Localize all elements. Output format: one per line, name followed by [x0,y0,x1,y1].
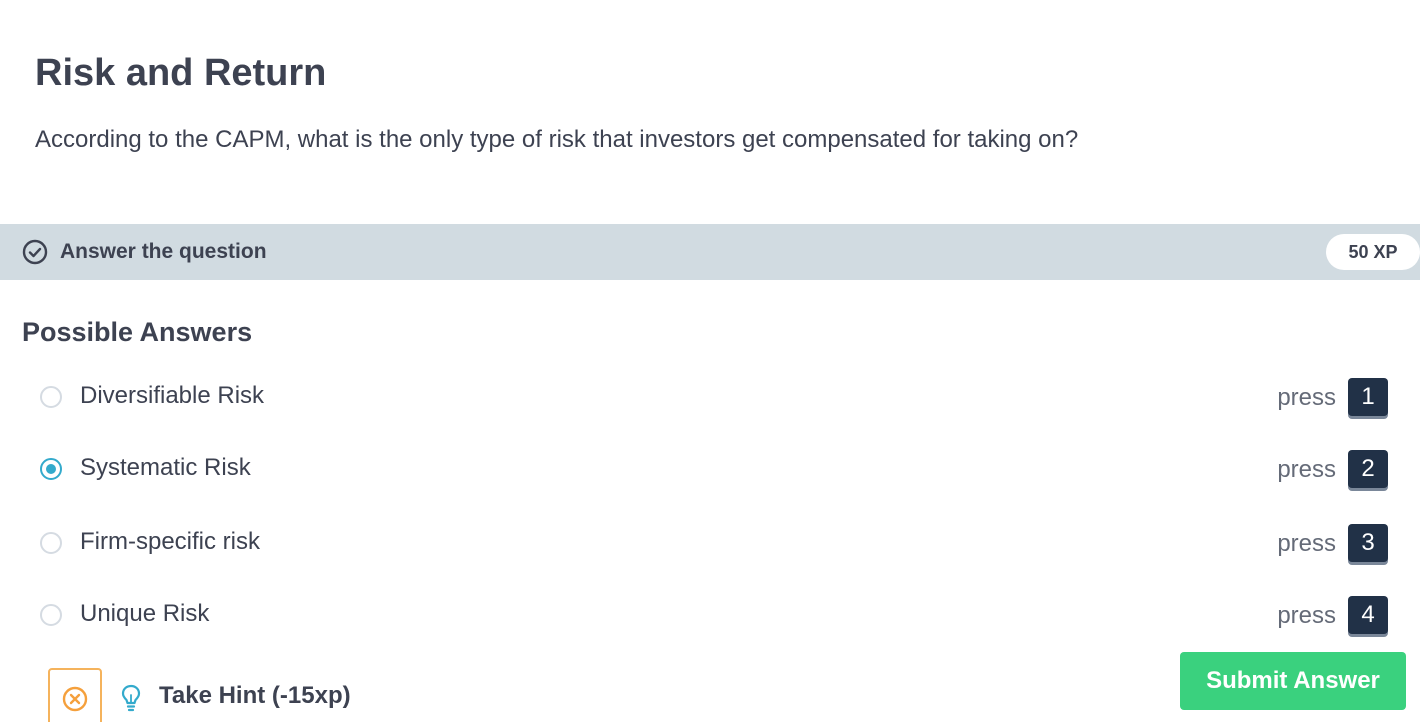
close-circle-icon [62,686,88,712]
submit-answer-button[interactable]: Submit Answer [1180,652,1406,710]
take-hint-link[interactable]: Take Hint (-15xp) [159,680,351,712]
answer-label: Systematic Risk [80,454,251,481]
press-label: press [1277,530,1336,557]
answer-option-3[interactable]: Firm-specific risk press 3 [0,524,1420,564]
hint-close-button[interactable] [48,668,102,722]
answer-label: Diversifiable Risk [80,382,265,409]
exercise-title: Risk and Return [35,52,327,94]
check-circle-icon [22,239,48,265]
press-label: press [1277,456,1336,483]
exercise-page: Risk and Return According to the CAPM, w… [0,0,1420,722]
keyboard-shortcut-badge: 3 [1348,524,1388,562]
keyboard-shortcut-badge: 2 [1348,450,1388,488]
radio-button[interactable] [40,604,62,626]
xp-badge: 50 XP [1326,234,1420,270]
lightbulb-icon[interactable] [119,683,143,713]
press-label: press [1277,384,1336,411]
task-label: Answer the question [60,240,267,263]
answer-label: Unique Risk [80,600,210,627]
question-text: According to the CAPM, what is the only … [35,126,1079,153]
keyboard-shortcut-badge: 1 [1348,378,1388,416]
possible-answers-heading: Possible Answers [22,317,253,347]
answer-option-1[interactable]: Diversifiable Risk press 1 [0,378,1420,418]
press-label: press [1277,602,1336,629]
radio-button-selected[interactable] [40,458,62,480]
answer-option-4[interactable]: Unique Risk press 4 [0,596,1420,636]
radio-button[interactable] [40,386,62,408]
answer-label: Firm-specific risk [80,528,260,555]
answer-option-2[interactable]: Systematic Risk press 2 [0,450,1420,490]
radio-button[interactable] [40,532,62,554]
keyboard-shortcut-badge: 4 [1348,596,1388,634]
task-bar: Answer the question 50 XP [0,224,1420,280]
